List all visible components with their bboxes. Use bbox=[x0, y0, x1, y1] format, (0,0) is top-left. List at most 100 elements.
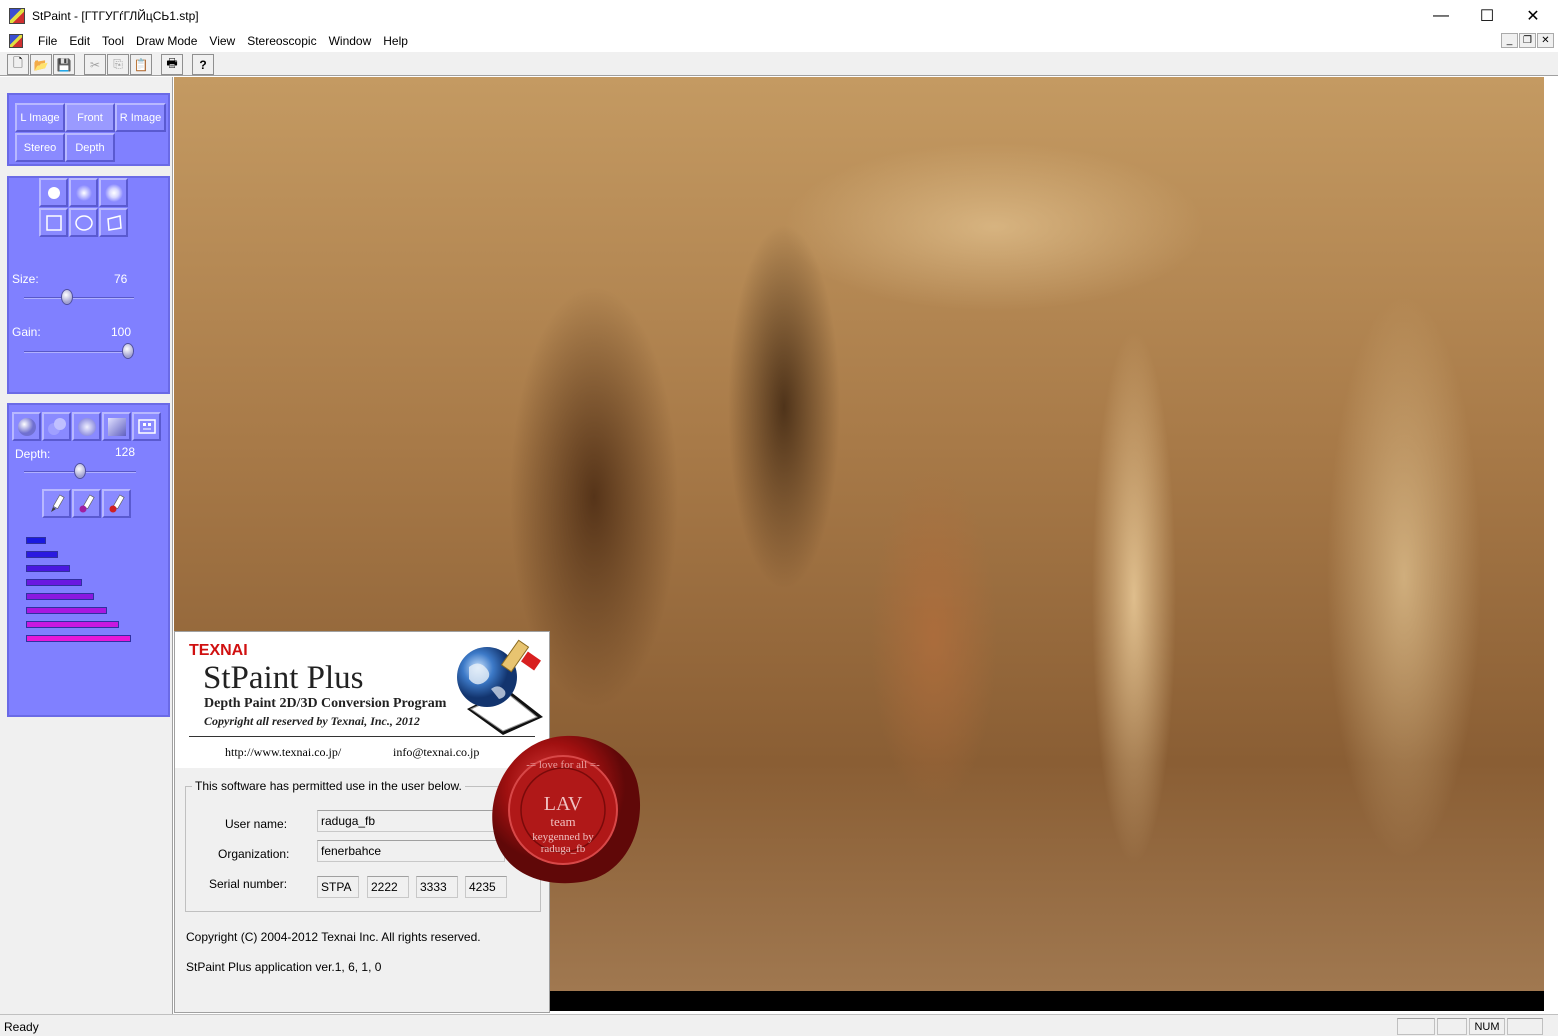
status-pane-scroll bbox=[1507, 1018, 1543, 1035]
mdi-restore-button[interactable]: ❐ bbox=[1519, 33, 1536, 48]
distribution-bar bbox=[26, 607, 107, 614]
serial-field-1[interactable]: STPA bbox=[317, 876, 359, 898]
depth-button[interactable]: Depth bbox=[65, 133, 115, 162]
save-icon[interactable]: 💾 bbox=[53, 54, 75, 75]
copy-icon[interactable]: ⎘ bbox=[107, 54, 129, 75]
distribution-bar bbox=[26, 565, 70, 572]
serial-field-3[interactable]: 3333 bbox=[416, 876, 458, 898]
gain-value: 100 bbox=[111, 325, 132, 339]
minimize-button[interactable]: — bbox=[1418, 0, 1464, 31]
hard-brush-icon[interactable] bbox=[39, 178, 68, 207]
gain-slider-thumb[interactable] bbox=[122, 343, 134, 359]
rectangle-tool-icon[interactable] bbox=[39, 208, 68, 237]
size-value: 76 bbox=[114, 272, 128, 286]
cut-icon[interactable]: ✂ bbox=[84, 54, 106, 75]
status-pane-blank bbox=[1437, 1018, 1467, 1035]
distribution-bar bbox=[26, 537, 46, 544]
app-icon[interactable] bbox=[9, 7, 25, 24]
maximize-button[interactable]: ☐ bbox=[1464, 0, 1510, 31]
menu-draw-mode[interactable]: Draw Mode bbox=[130, 34, 203, 48]
menu-tool[interactable]: Tool bbox=[96, 34, 130, 48]
window-title: StPaint - [ГТГУГѓГЛЙцСЬ1.stp] bbox=[32, 8, 199, 23]
serial-field-2[interactable]: 2222 bbox=[367, 876, 409, 898]
depth-pen-lower-icon[interactable] bbox=[102, 489, 131, 518]
dome-depth-icon[interactable] bbox=[72, 412, 101, 441]
seal-author-text: raduga_fb bbox=[541, 843, 586, 855]
user-name-label: User name: bbox=[225, 817, 288, 831]
status-bar: Ready NUM bbox=[0, 1014, 1558, 1036]
menu-bar: File Edit Tool Draw Mode View Stereoscop… bbox=[0, 31, 1558, 51]
menu-stereoscopic[interactable]: Stereoscopic bbox=[241, 34, 322, 48]
title-bar: StPaint - [ГТГУГѓГЛЙцСЬ1.stp] — ☐ ✕ bbox=[0, 0, 1558, 31]
globe-brush-logo-icon bbox=[457, 639, 543, 735]
l-image-button[interactable]: L Image bbox=[15, 103, 65, 132]
view-panel: L Image Front R Image Stereo Depth bbox=[7, 93, 170, 166]
stereo-button[interactable]: Stereo bbox=[15, 133, 65, 162]
version-text: StPaint Plus application ver.1, 6, 1, 0 bbox=[186, 960, 382, 974]
distribution-bar bbox=[26, 579, 82, 586]
distribution-bar bbox=[26, 635, 131, 642]
help-icon[interactable]: ? bbox=[192, 54, 214, 75]
banner-copyright: Copyright all reserved by Texnai, Inc., … bbox=[204, 714, 420, 728]
organization-field[interactable]: fenerbahce bbox=[317, 840, 505, 862]
r-image-button[interactable]: R Image bbox=[115, 103, 166, 132]
product-subtitle: Depth Paint 2D/3D Conversion Program bbox=[204, 696, 447, 711]
email-link[interactable]: info@texnai.co.jp bbox=[393, 745, 479, 760]
ellipse-tool-icon[interactable] bbox=[69, 208, 98, 237]
depth-pen-raise-icon[interactable] bbox=[72, 489, 101, 518]
depth-label: Depth: bbox=[15, 447, 51, 461]
soft-brush-icon[interactable] bbox=[69, 178, 98, 207]
airbrush-icon[interactable] bbox=[99, 178, 128, 207]
banner-divider bbox=[189, 736, 535, 737]
status-text: Ready bbox=[4, 1020, 39, 1034]
gain-label: Gain: bbox=[12, 325, 41, 339]
menu-window[interactable]: Window bbox=[323, 34, 378, 48]
depth-slider-thumb[interactable] bbox=[74, 463, 86, 479]
menu-edit[interactable]: Edit bbox=[63, 34, 96, 48]
organization-label: Organization: bbox=[218, 847, 290, 861]
license-group-title: This software has permitted use in the u… bbox=[192, 779, 465, 793]
sphere-depth-icon[interactable] bbox=[12, 412, 41, 441]
seal-team-text: team bbox=[550, 814, 575, 829]
distribution-bar bbox=[26, 593, 94, 600]
mdi-close-button[interactable]: ✕ bbox=[1537, 33, 1554, 48]
seal-keygen-text: keygenned by bbox=[532, 831, 594, 843]
new-file-icon[interactable]: 🗋 bbox=[7, 54, 29, 75]
size-slider-thumb[interactable] bbox=[61, 289, 74, 305]
menu-view[interactable]: View bbox=[203, 34, 241, 48]
print-icon[interactable]: 🖶 bbox=[161, 54, 183, 75]
document-icon[interactable] bbox=[9, 34, 23, 48]
depth-value: 128 bbox=[115, 445, 136, 459]
gradient-depth-icon[interactable] bbox=[102, 412, 131, 441]
front-button[interactable]: Front bbox=[65, 103, 115, 132]
seal-ring-text: -= love for all =- bbox=[526, 759, 600, 771]
tool-sidebar: L Image Front R Image Stereo Depth Size:… bbox=[0, 77, 173, 1014]
status-num: NUM bbox=[1469, 1018, 1505, 1035]
menu-help[interactable]: Help bbox=[377, 34, 414, 48]
user-name-field[interactable]: raduga_fb bbox=[317, 810, 505, 832]
menu-file[interactable]: File bbox=[32, 34, 63, 48]
toolbar: 🗋 📂 💾 ✂ ⎘ 📋 🖶 ? bbox=[0, 51, 1558, 76]
brush-panel: Size: 76 Gain: 100 bbox=[7, 176, 170, 394]
status-pane-caps bbox=[1397, 1018, 1435, 1035]
face-depth-icon[interactable] bbox=[132, 412, 161, 441]
open-folder-icon[interactable]: 📂 bbox=[30, 54, 52, 75]
distribution-bar bbox=[26, 551, 58, 558]
footer-copyright: Copyright (C) 2004-2012 Texnai Inc. All … bbox=[186, 930, 481, 944]
mdi-minimize-button[interactable]: _ bbox=[1501, 33, 1518, 48]
website-link[interactable]: http://www.texnai.co.jp/ bbox=[225, 745, 341, 760]
wax-seal-image: -= love for all =- LAV team keygenned by… bbox=[492, 735, 641, 884]
close-button[interactable]: ✕ bbox=[1510, 0, 1556, 31]
depth-pen-icon[interactable] bbox=[42, 489, 71, 518]
multi-sphere-depth-icon[interactable] bbox=[42, 412, 71, 441]
distribution-bar bbox=[26, 621, 119, 628]
depth-panel: Depth: 128 bbox=[7, 403, 170, 717]
product-name: StPaint Plus bbox=[203, 660, 364, 696]
polygon-tool-icon[interactable] bbox=[99, 208, 128, 237]
paste-icon[interactable]: 📋 bbox=[130, 54, 152, 75]
seal-lav-text: LAV bbox=[544, 793, 583, 815]
size-slider-track[interactable] bbox=[24, 297, 134, 299]
gain-slider-track[interactable] bbox=[24, 351, 134, 353]
size-label: Size: bbox=[12, 272, 39, 286]
serial-number-label: Serial number: bbox=[209, 877, 288, 891]
